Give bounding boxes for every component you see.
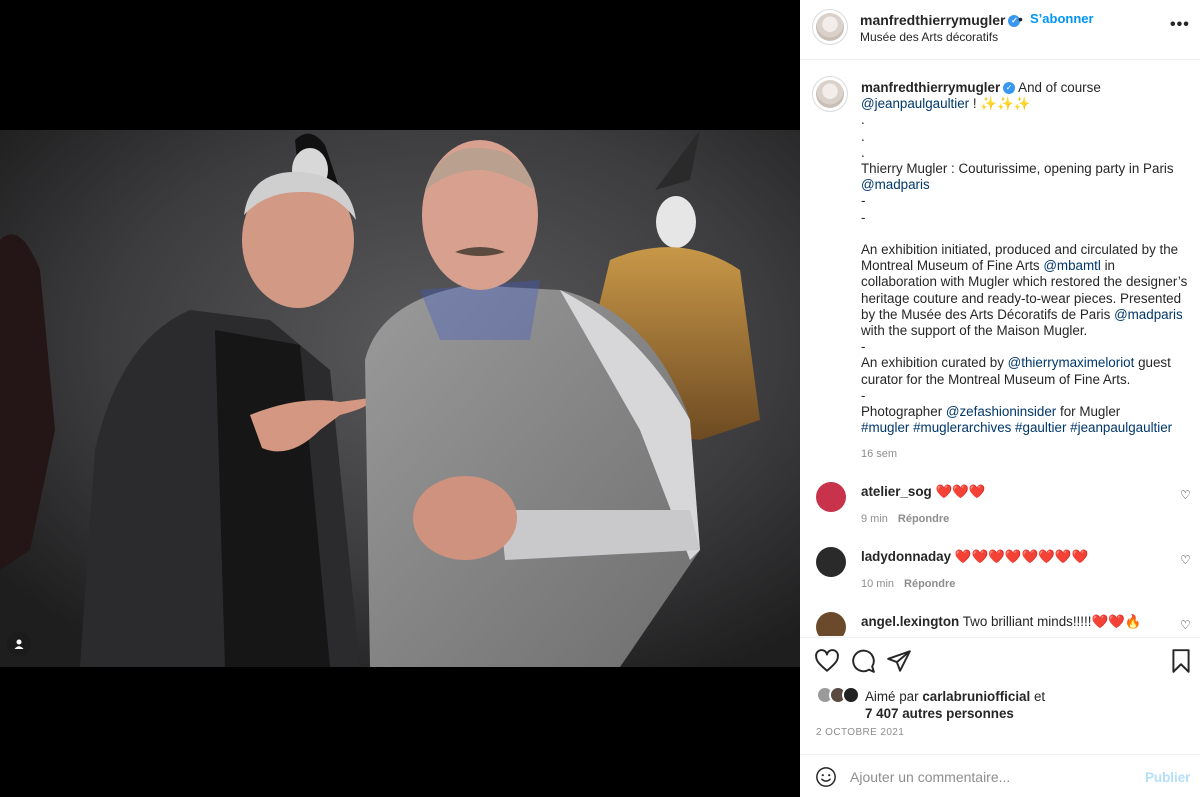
follow-button[interactable]: S’abonner (1030, 11, 1094, 26)
verified-badge-icon: ✓ (1003, 82, 1016, 95)
post-action-bar (800, 637, 1200, 687)
caption-sparkles: ! ✨✨✨ (969, 96, 1031, 112)
caption-dash: - (861, 339, 866, 355)
caption-dash: - (861, 387, 866, 403)
caption-dash: - (861, 193, 866, 209)
caption-intro: And of course (1018, 80, 1101, 95)
comment-text: ❤️❤️❤️ (935, 484, 986, 499)
post-details-panel: manfredthierrymugler ✓ • S’abonner Musée … (800, 0, 1200, 797)
caption-paragraph-1a: An exhibition initiated, produced and ci… (861, 242, 1179, 274)
heart-icon[interactable] (814, 648, 840, 674)
post-photo[interactable] (0, 130, 800, 667)
bookmark-icon[interactable] (1168, 648, 1194, 674)
post-photo-pane (0, 0, 800, 797)
comment-like-heart-icon[interactable]: ♡ (1180, 488, 1191, 502)
caption-timestamp[interactable]: 16 sem (861, 448, 897, 460)
post-header: manfredthierrymugler ✓ • S’abonner Musée … (800, 0, 1200, 60)
liker-avatars[interactable] (816, 686, 862, 706)
commenter-avatar[interactable] (816, 482, 846, 512)
commenter-username[interactable]: atelier_sog (861, 484, 932, 499)
more-options-icon[interactable]: ••• (1170, 16, 1190, 34)
caption-paragraph-2a: An exhibition curated by (861, 355, 1008, 371)
comment-time[interactable]: 9 min (861, 513, 888, 525)
reply-button[interactable]: Répondre (904, 578, 955, 590)
author-username[interactable]: manfredthierrymugler (860, 12, 1005, 28)
author-username-link[interactable]: manfredthierrymugler ✓ (860, 12, 1021, 28)
likes-conjunction: et (1030, 689, 1046, 704)
mention-photographer[interactable]: @zefashioninsider (946, 404, 1056, 419)
commenter-username[interactable]: angel.lexington (861, 614, 959, 629)
publish-button[interactable]: Publier (1145, 770, 1190, 785)
top-liker-username[interactable]: carlabruniofficial (922, 689, 1030, 704)
author-avatar[interactable] (812, 9, 848, 45)
caption-dot: . (861, 144, 865, 160)
caption-paragraph-1c: with the support of the Maison Mugler. (861, 323, 1088, 339)
caption-dot: . (861, 128, 865, 144)
commenter-username[interactable]: ladydonnaday (861, 549, 951, 564)
comment-icon[interactable] (850, 648, 876, 674)
caption-party-line: Thierry Mugler : Couturissime, opening p… (861, 161, 1174, 177)
comment-like-heart-icon[interactable]: ♡ (1180, 618, 1191, 632)
likes-others-link[interactable]: 7 407 autres personnes (865, 706, 1014, 721)
caption-dash: - (861, 209, 866, 225)
caption-hashtags[interactable]: #mugler #muglerarchives #gaultier #jeanp… (861, 420, 1172, 435)
reply-button[interactable]: Répondre (898, 513, 949, 525)
comment-item: angel.lexington Two brilliant minds!!!!!… (800, 612, 1200, 636)
commenter-avatar[interactable] (816, 547, 846, 577)
share-icon[interactable] (886, 648, 912, 674)
likes-summary: Aimé par carlabruniofficial et 7 407 aut… (800, 684, 1200, 724)
mention-jeanpaulgaultier[interactable]: @jeanpaulgaultier (861, 96, 969, 111)
comment-text: ❤️❤️❤️❤️❤️❤️❤️❤️ (954, 549, 1089, 564)
mention-mbamtl[interactable]: @mbamtl (1043, 258, 1101, 273)
post-caption: manfredthierrymugler ✓ And of course @jea… (861, 80, 1193, 436)
mention-madparis[interactable]: @madparis (861, 177, 930, 192)
emoji-icon[interactable] (815, 766, 837, 788)
likes-prefix: Aimé par (865, 689, 923, 704)
location-link[interactable]: Musée des Arts décoratifs (860, 30, 998, 44)
comment-composer: Publier (800, 754, 1200, 797)
user-tag-button[interactable] (7, 632, 31, 656)
mention-curator[interactable]: @thierrymaximeloriot (1008, 355, 1135, 370)
user-icon (14, 639, 24, 649)
comment-item: ladydonnaday ❤️❤️❤️❤️❤️❤️❤️❤️ 10 min Répo… (800, 547, 1200, 607)
comment-item: atelier_sog ❤️❤️❤️ 9 min Répondre ♡ (800, 482, 1200, 542)
mention-madparis[interactable]: @madparis (1114, 307, 1183, 322)
caption-paragraph-3b: for Mugler (1056, 404, 1121, 420)
post-date[interactable]: 2 OCTOBRE 2021 (816, 727, 904, 738)
comment-text: Two brilliant minds!!!!!❤️❤️🔥 (962, 614, 1142, 629)
comment-time[interactable]: 10 min (861, 578, 894, 590)
comment-input[interactable] (850, 764, 1130, 790)
liker-avatar (842, 686, 860, 704)
comments-scroll-area[interactable]: manfredthierrymugler ✓ And of course @jea… (800, 61, 1200, 636)
caption-username[interactable]: manfredthierrymugler (861, 80, 1000, 95)
caption-dot: . (861, 112, 865, 128)
caption-paragraph-3a: Photographer (861, 404, 946, 420)
comment-like-heart-icon[interactable]: ♡ (1180, 553, 1191, 567)
likes-text: Aimé par carlabruniofficial et 7 407 aut… (865, 688, 1045, 722)
commenter-avatar[interactable] (816, 612, 846, 636)
caption-author-avatar[interactable] (812, 76, 848, 112)
header-separator: • (1018, 11, 1023, 27)
